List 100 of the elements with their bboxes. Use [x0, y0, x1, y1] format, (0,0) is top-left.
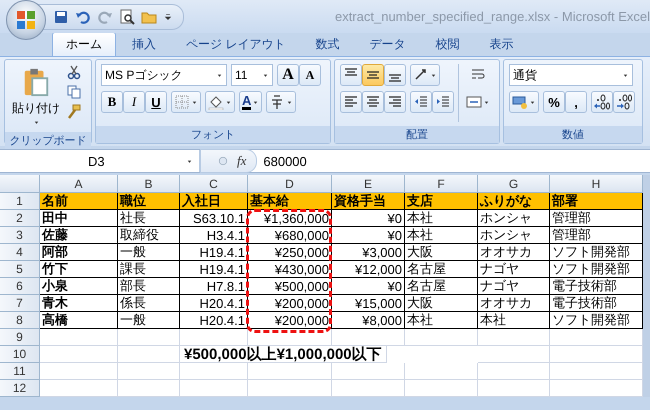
vertical-align-button[interactable]: [384, 64, 406, 86]
column-header[interactable]: G: [478, 175, 550, 193]
ribbon-tab[interactable]: 表示: [475, 32, 528, 56]
empty-cell[interactable]: [248, 380, 332, 397]
empty-cell[interactable]: [550, 329, 643, 346]
office-button[interactable]: [6, 0, 46, 40]
align-top-icon: [344, 68, 358, 76]
font-color-button[interactable]: A: [239, 91, 262, 113]
row-header[interactable]: 1: [0, 193, 40, 210]
align-bottom-icon: [388, 74, 402, 82]
decrease-decimal-icon: [616, 94, 632, 110]
table-cell: 係長: [118, 295, 180, 312]
ribbon-tab[interactable]: データ: [355, 32, 420, 56]
underline-button[interactable]: U: [145, 91, 167, 113]
increase-decimal-button[interactable]: [591, 91, 613, 113]
currency-format-button[interactable]: [509, 91, 539, 113]
increase-indent-button[interactable]: [432, 91, 454, 113]
empty-cell[interactable]: [405, 329, 478, 346]
empty-cell[interactable]: [118, 380, 180, 397]
column-header[interactable]: F: [405, 175, 478, 193]
align-right-button[interactable]: [384, 91, 406, 113]
paste-button[interactable]: 貼り付け: [10, 64, 62, 128]
grow-font-button[interactable]: A: [277, 64, 299, 86]
empty-cell[interactable]: [550, 380, 643, 397]
column-header[interactable]: H: [550, 175, 643, 193]
phonetic-button[interactable]: [266, 91, 296, 113]
table-cell: H20.4.1: [180, 312, 248, 329]
ribbon-tab[interactable]: ページ レイアウト: [172, 32, 300, 56]
empty-cell[interactable]: [118, 363, 180, 380]
row-header[interactable]: 9: [0, 329, 40, 346]
empty-cell[interactable]: [248, 363, 332, 380]
table-cell: 一般: [118, 312, 180, 329]
select-all-corner[interactable]: [0, 175, 40, 193]
empty-cell[interactable]: [478, 329, 550, 346]
empty-cell[interactable]: [478, 380, 550, 397]
column-header[interactable]: E: [332, 175, 405, 193]
vertical-align-button[interactable]: [362, 64, 384, 86]
comma-button[interactable]: ,: [565, 91, 587, 113]
column-header[interactable]: C: [180, 175, 248, 193]
row-header[interactable]: 4: [0, 244, 40, 261]
empty-cell[interactable]: [332, 363, 405, 380]
column-header[interactable]: B: [118, 175, 180, 193]
italic-button[interactable]: I: [123, 91, 145, 113]
row-header[interactable]: 8: [0, 312, 40, 329]
empty-cell[interactable]: [478, 346, 550, 363]
borders-button[interactable]: [171, 91, 201, 113]
table-cell: ソフト開発部: [550, 244, 643, 261]
number-format-dropdown[interactable]: 通貨: [509, 64, 633, 86]
empty-cell[interactable]: [478, 363, 550, 380]
column-header[interactable]: D: [248, 175, 332, 193]
percent-button[interactable]: %: [543, 91, 565, 113]
fill-color-button[interactable]: [205, 91, 235, 113]
table-cell: ¥3,000: [332, 244, 405, 261]
empty-cell[interactable]: [550, 363, 643, 380]
row-header[interactable]: 6: [0, 278, 40, 295]
insert-function-button[interactable]: fx: [237, 153, 246, 169]
align-left-button[interactable]: [340, 91, 362, 113]
table-cell: 本社: [478, 312, 550, 329]
empty-cell[interactable]: [180, 363, 248, 380]
ribbon-tab[interactable]: 挿入: [118, 32, 170, 56]
empty-cell[interactable]: [405, 380, 478, 397]
empty-cell[interactable]: [405, 363, 478, 380]
empty-cell[interactable]: [332, 380, 405, 397]
ribbon-tab[interactable]: 校閲: [421, 32, 474, 56]
row-header[interactable]: 10: [0, 346, 40, 363]
empty-cell[interactable]: [550, 346, 643, 363]
empty-cell[interactable]: [332, 329, 405, 346]
row-header[interactable]: 5: [0, 261, 40, 278]
dropdown-caret-icon: [483, 98, 490, 106]
column-header[interactable]: A: [40, 175, 118, 193]
empty-cell[interactable]: [118, 346, 180, 363]
row-header[interactable]: 11: [0, 363, 40, 380]
decrease-decimal-button[interactable]: [613, 91, 635, 113]
align-center-button[interactable]: [362, 91, 384, 113]
table-cell: 高橋: [40, 312, 118, 329]
ribbon-tab[interactable]: ホーム: [52, 32, 116, 56]
font-size-dropdown[interactable]: 11: [231, 64, 273, 86]
empty-cell[interactable]: [180, 329, 248, 346]
empty-cell[interactable]: [118, 329, 180, 346]
table-cell: ¥8,000: [332, 312, 405, 329]
row-header[interactable]: 7: [0, 295, 40, 312]
formula-field[interactable]: 680000: [257, 154, 307, 168]
undo-icon: [75, 8, 91, 24]
decrease-indent-button[interactable]: [410, 91, 432, 113]
bold-button[interactable]: B: [101, 91, 123, 113]
row-header[interactable]: 3: [0, 227, 40, 244]
empty-cell[interactable]: [180, 380, 248, 397]
empty-cell[interactable]: [248, 329, 332, 346]
table-cell: オオサカ: [478, 244, 550, 261]
borders-icon: [174, 94, 190, 110]
row-header[interactable]: 12: [0, 380, 40, 397]
font-name-dropdown[interactable]: MS Pゴシック: [101, 64, 227, 86]
ribbon-tab[interactable]: 数式: [301, 32, 354, 56]
dropdown-caret-icon: [286, 98, 294, 106]
orientation-button[interactable]: [410, 64, 440, 86]
row-header[interactable]: 2: [0, 210, 40, 227]
dropdown-caret-icon: [191, 98, 198, 106]
table-cell: 一般: [118, 244, 180, 261]
shrink-font-button[interactable]: A: [299, 64, 321, 86]
vertical-align-button[interactable]: [340, 64, 362, 86]
